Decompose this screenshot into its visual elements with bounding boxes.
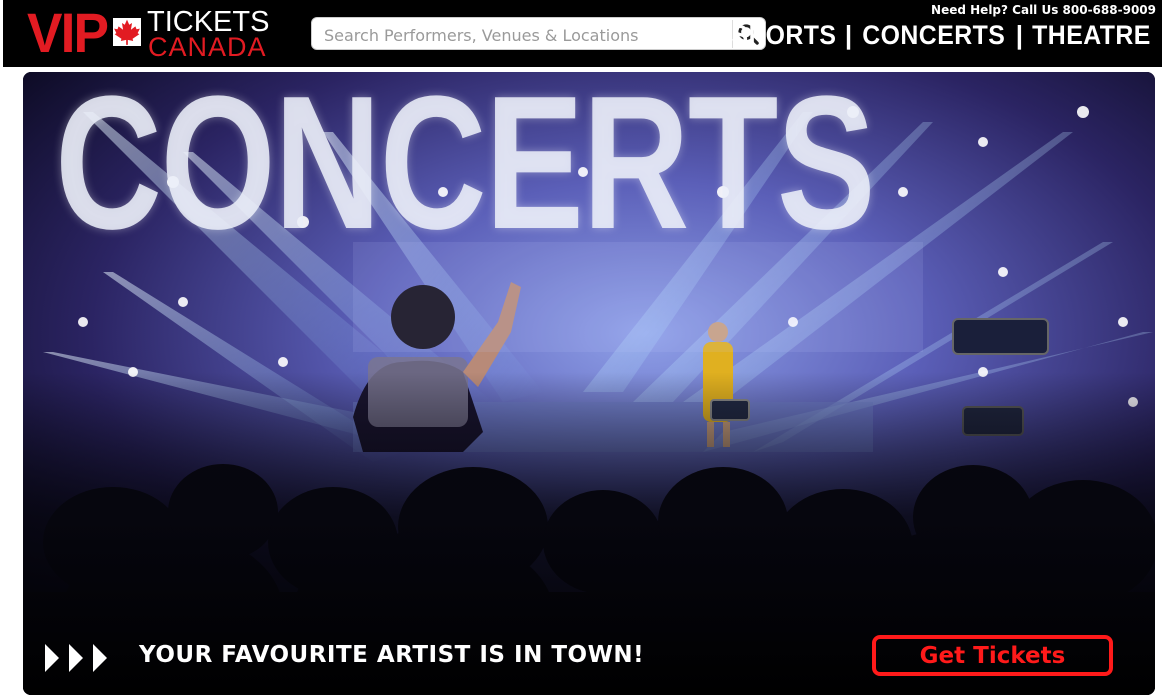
banner-bottom-bar: YOUR FAVOURITE ARTIST IS IN TOWN! Get Ti…	[23, 612, 1155, 695]
maple-leaf-icon	[113, 18, 141, 46]
get-tickets-button[interactable]: Get Tickets	[872, 635, 1113, 676]
nav-concerts[interactable]: CONCERTS	[862, 18, 1005, 52]
site-header: VIP TICKETS CANADA Need Help? Call Us 80…	[3, 0, 1162, 67]
banner-tagline: YOUR FAVOURITE ARTIST IS IN TOWN!	[139, 642, 645, 668]
banner-headline: CONCERTS	[55, 72, 876, 269]
logo-canada-text: CANADA	[148, 32, 267, 62]
main-nav: SPORTS | CONCERTS | THEATRE	[727, 18, 1156, 52]
logo-vip-text: VIP	[27, 1, 109, 64]
vip-tickets-canada-logo[interactable]: VIP TICKETS CANADA	[27, 1, 277, 64]
nav-sports[interactable]: SPORTS	[731, 18, 836, 52]
nav-separator: |	[844, 19, 853, 50]
nav-separator: |	[1015, 19, 1023, 50]
search-input[interactable]	[322, 22, 726, 48]
help-phone-text[interactable]: Need Help? Call Us 800-688-9009	[931, 3, 1156, 17]
concerts-hero-banner[interactable]: CONCERTS YOUR FAVOURITE ARTIST IS IN TOW…	[23, 72, 1155, 695]
search-box	[311, 17, 766, 50]
nav-theatre[interactable]: THEATRE	[1032, 18, 1151, 52]
triple-play-arrows-icon	[45, 644, 107, 672]
